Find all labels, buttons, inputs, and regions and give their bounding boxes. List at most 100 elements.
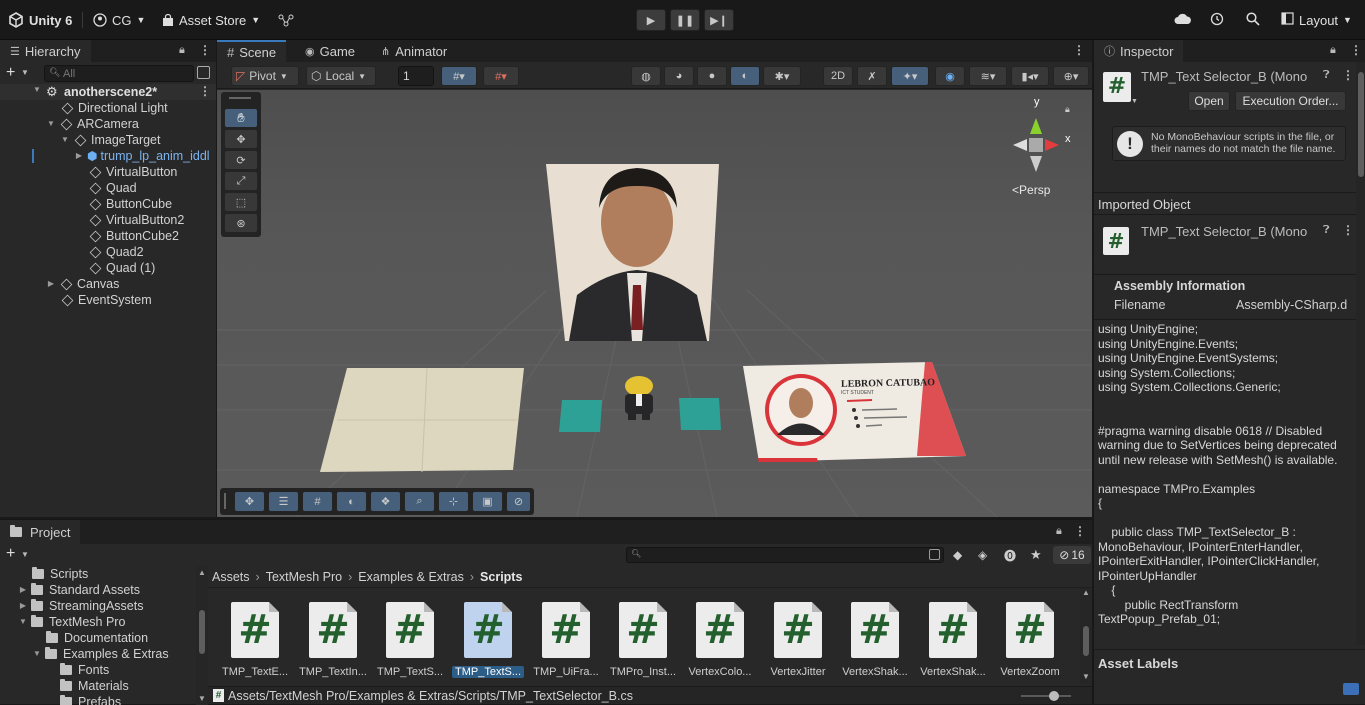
hierarchy-item-buttoncube[interactable]: ButtonCube xyxy=(88,196,172,212)
asset-item[interactable]: # VertexShak... xyxy=(917,602,989,678)
draw-mode-shaded-button[interactable]: ● xyxy=(697,66,727,86)
hierarchy-item-quad-1[interactable]: Quad (1) xyxy=(88,260,155,276)
draw-mode-unlit-button[interactable]: ◐ xyxy=(730,66,760,86)
hierarchy-item-trump[interactable]: ▶ ⬢ trump_lp_anim_iddl xyxy=(74,148,216,164)
asset-grid-scrollbar[interactable]: ▲ ▼ xyxy=(1080,588,1092,684)
folder-tree-scrollbar[interactable]: ▲ ▼ xyxy=(196,566,208,705)
breadcrumb-item-current[interactable]: Scripts xyxy=(480,570,522,584)
pivot-dropdown[interactable]: ◸ Pivot ▼ xyxy=(231,66,299,86)
debug-draw-dropdown[interactable]: ✱▾ xyxy=(763,66,801,86)
overlay-sliders-button[interactable]: ☰ xyxy=(268,491,299,512)
hierarchy-item-virtualbutton[interactable]: VirtualButton xyxy=(88,164,177,180)
chevron-down-icon[interactable]: ▼ xyxy=(21,68,29,77)
more-icon[interactable]: ⋮ xyxy=(1073,43,1085,57)
virtual-button-left[interactable] xyxy=(559,400,602,432)
more-icon[interactable]: ⋮ xyxy=(1342,223,1354,237)
folder-item-fonts[interactable]: Fonts xyxy=(60,662,109,678)
hierarchy-item-eventsystem[interactable]: EventSystem xyxy=(60,292,152,308)
expand-icon[interactable]: ▶ xyxy=(18,598,28,614)
project-search-input[interactable]: 🔍︎ xyxy=(626,547,944,563)
expand-icon[interactable]: ▶ xyxy=(18,582,28,598)
scene-viewport[interactable]: LEBRON CATUBAO ICT STUDENT ✋︎ ✥ ⟳ ⤢ ⬚ ⊛ … xyxy=(217,90,1092,517)
folder-item-examples-extras[interactable]: ▼ Examples & Extras xyxy=(32,646,169,662)
overlay-shading-button[interactable]: ◐ xyxy=(336,491,367,512)
asset-item[interactable]: # VertexShak... xyxy=(839,602,911,678)
asset-item[interactable]: # TMP_TextE... xyxy=(219,602,291,678)
scroll-down-icon[interactable]: ▼ xyxy=(198,694,206,703)
cloud-button[interactable] xyxy=(1174,0,1192,40)
add-icon[interactable]: + xyxy=(6,64,15,82)
filter-log-icon[interactable]: ⓿ xyxy=(1004,547,1016,564)
hierarchy-item-directional-light[interactable]: Directional Light xyxy=(60,100,168,116)
expand-icon[interactable]: ▼ xyxy=(60,132,70,148)
draw-mode-wire-button[interactable]: ◍ xyxy=(631,66,661,86)
folder-item-materials[interactable]: Materials xyxy=(60,678,129,694)
more-icon[interactable]: ⋮ xyxy=(199,43,211,57)
overlay-layers-button[interactable]: ❖ xyxy=(370,491,401,512)
grid-snap-toggle[interactable]: #▾ xyxy=(441,66,477,86)
visibility-toggle[interactable]: ◉ xyxy=(935,66,965,86)
hierarchy-item-quad[interactable]: Quad xyxy=(88,180,137,196)
draw-mode-shaded-wire-button[interactable]: ◕ xyxy=(664,66,694,86)
character-model[interactable] xyxy=(625,376,653,420)
effects-dropdown[interactable]: ✦▾ xyxy=(891,66,929,86)
expand-icon[interactable]: ▼ xyxy=(46,116,56,132)
scale-tool-button[interactable]: ⤢ xyxy=(224,171,258,191)
tab-project[interactable]: Project xyxy=(0,520,81,544)
more-icon[interactable]: ⋮ xyxy=(1074,524,1086,538)
hierarchy-item-canvas[interactable]: ▶ Canvas xyxy=(46,276,119,292)
scrollbar-thumb[interactable] xyxy=(1083,626,1089,656)
play-button[interactable]: ▶ xyxy=(636,9,666,31)
drag-handle[interactable] xyxy=(229,97,251,99)
help-icon[interactable]: ❓︎ xyxy=(1323,69,1330,82)
overlay-camera-button[interactable]: ▣ xyxy=(472,491,503,512)
rotate-tool-button[interactable]: ⟳ xyxy=(224,150,258,170)
expand-icon[interactable]: ▼ xyxy=(18,614,28,630)
expand-icon[interactable]: ▼ xyxy=(32,646,42,662)
history-button[interactable] xyxy=(1210,0,1224,40)
hierarchy-item-imagetarget[interactable]: ▼ ImageTarget xyxy=(60,132,160,148)
pause-button[interactable]: ❚❚ xyxy=(670,9,700,31)
drag-handle[interactable] xyxy=(224,493,226,509)
asset-item[interactable]: # TMP_TextIn... xyxy=(297,602,369,678)
lock-icon[interactable]: 🔒︎ xyxy=(1056,525,1062,538)
hidden-packages-toggle[interactable]: ⊘ 16 xyxy=(1053,546,1091,564)
overlay-move-button[interactable]: ✥ xyxy=(234,491,265,512)
folder-item-standard-assets[interactable]: ▶ Standard Assets xyxy=(18,582,140,598)
expand-icon[interactable]: ▼ xyxy=(32,85,42,94)
overlay-grid-button[interactable]: # xyxy=(302,491,333,512)
asset-item[interactable]: # TMPro_Inst... xyxy=(607,602,679,678)
search-button[interactable] xyxy=(1246,0,1260,40)
layout-dropdown[interactable]: Layout ▼ xyxy=(1281,0,1352,40)
zoom-slider[interactable] xyxy=(1021,691,1071,701)
more-icon[interactable]: ⋮ xyxy=(1342,68,1354,82)
asset-item[interactable]: # VertexColo... xyxy=(684,602,756,678)
favorite-star-icon[interactable]: ★ xyxy=(1030,547,1042,563)
filter-type-icon[interactable]: ◆ xyxy=(953,548,962,562)
hierarchy-item-buttoncube2[interactable]: ButtonCube2 xyxy=(88,228,179,244)
filter-icon[interactable] xyxy=(197,66,210,79)
breadcrumb-item[interactable]: TextMesh Pro xyxy=(266,570,342,584)
camera-dropdown[interactable]: ▮◂▾ xyxy=(1011,66,1049,86)
overlay-search-button[interactable]: ⌕ xyxy=(404,491,435,512)
overlay-compass-button[interactable]: ⊘ xyxy=(506,491,531,512)
hierarchy-item-virtualbutton2[interactable]: VirtualButton2 xyxy=(88,212,184,228)
tab-inspector[interactable]: ⓘ Inspector xyxy=(1094,40,1184,62)
more-icon[interactable]: ⋮ xyxy=(1350,43,1362,57)
folder-item-streamingassets[interactable]: ▶ StreamingAssets xyxy=(18,598,143,614)
lock-icon[interactable]: 🔒︎ xyxy=(1065,104,1070,115)
asset-item[interactable]: # VertexZoom xyxy=(994,602,1066,678)
tab-scene[interactable]: # Scene xyxy=(217,40,287,62)
folder-item-scripts[interactable]: Scripts xyxy=(32,566,88,582)
filter-label-icon[interactable]: ◈ xyxy=(978,548,987,562)
asset-item-selected[interactable]: # TMP_TextS... xyxy=(452,602,524,678)
expand-icon[interactable]: ▶ xyxy=(74,148,84,164)
execution-order-button[interactable]: Execution Order... xyxy=(1235,91,1346,111)
scrollbar-thumb[interactable] xyxy=(1358,72,1364,177)
expand-icon[interactable]: ▶ xyxy=(46,276,56,292)
chevron-down-icon[interactable]: ▼ xyxy=(21,550,29,559)
hand-tool-button[interactable]: ✋︎ xyxy=(224,108,258,128)
lighting-toggle[interactable]: ✗ xyxy=(857,66,887,86)
zoom-slider-thumb[interactable] xyxy=(1049,691,1059,701)
transform-tool-button[interactable]: ⊛ xyxy=(224,213,258,233)
